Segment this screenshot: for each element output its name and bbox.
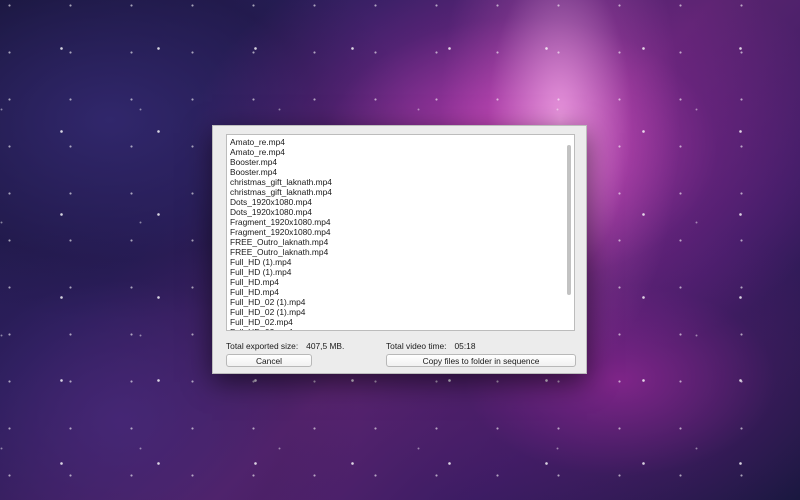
file-list-item[interactable]: Booster.mp4: [230, 157, 574, 167]
file-list-item[interactable]: Amato_re.mp4: [230, 147, 574, 157]
total-time-value: 05:18: [454, 341, 476, 351]
export-dialog: Amato_re.mp4 Amato_re.mp4 Booster.mp4 Boost…: [212, 125, 587, 374]
file-list-item[interactable]: Full_HD_02 (1).mp4: [230, 297, 574, 307]
total-size-info: Total exported size: 407,5 MB.: [226, 341, 344, 351]
scrollbar-thumb[interactable]: [567, 145, 571, 295]
file-list-item[interactable]: Full_HD (1).mp4: [230, 257, 574, 267]
file-list-item[interactable]: FREE_Outro_laknath.mp4: [230, 247, 574, 257]
copy-files-button[interactable]: Copy files to folder in sequence: [386, 354, 576, 367]
vertical-scrollbar[interactable]: [567, 137, 572, 328]
file-list-item[interactable]: Booster.mp4: [230, 167, 574, 177]
file-list-item[interactable]: christmas_gift_laknath.mp4: [230, 177, 574, 187]
file-list-item[interactable]: Fragment_1920x1080.mp4: [230, 217, 574, 227]
file-list-item[interactable]: FREE_Outro_laknath.mp4: [230, 237, 574, 247]
total-size-label: Total exported size:: [226, 341, 299, 351]
total-size-value: 407,5 MB.: [306, 341, 345, 351]
file-list-box[interactable]: Amato_re.mp4 Amato_re.mp4 Booster.mp4 Boost…: [226, 134, 575, 331]
total-time-info: Total video time: 05:18: [386, 341, 475, 351]
file-list-item[interactable]: Full_HD_02.mp4: [230, 327, 574, 330]
file-list-item[interactable]: Dots_1920x1080.mp4: [230, 197, 574, 207]
file-list-item[interactable]: Amato_re.mp4: [230, 137, 574, 147]
file-list-item[interactable]: Full_HD_02.mp4: [230, 317, 574, 327]
cancel-button[interactable]: Cancel: [226, 354, 312, 367]
file-list-item[interactable]: Full_HD_02 (1).mp4: [230, 307, 574, 317]
file-list-item[interactable]: Fragment_1920x1080.mp4: [230, 227, 574, 237]
file-list-item[interactable]: Full_HD (1).mp4: [230, 267, 574, 277]
file-list-item[interactable]: Full_HD.mp4: [230, 277, 574, 287]
file-list-item[interactable]: Full_HD.mp4: [230, 287, 574, 297]
file-list: Amato_re.mp4 Amato_re.mp4 Booster.mp4 Boost…: [227, 135, 574, 330]
total-time-label: Total video time:: [386, 341, 447, 351]
file-list-item[interactable]: Dots_1920x1080.mp4: [230, 207, 574, 217]
file-list-item[interactable]: christmas_gift_laknath.mp4: [230, 187, 574, 197]
